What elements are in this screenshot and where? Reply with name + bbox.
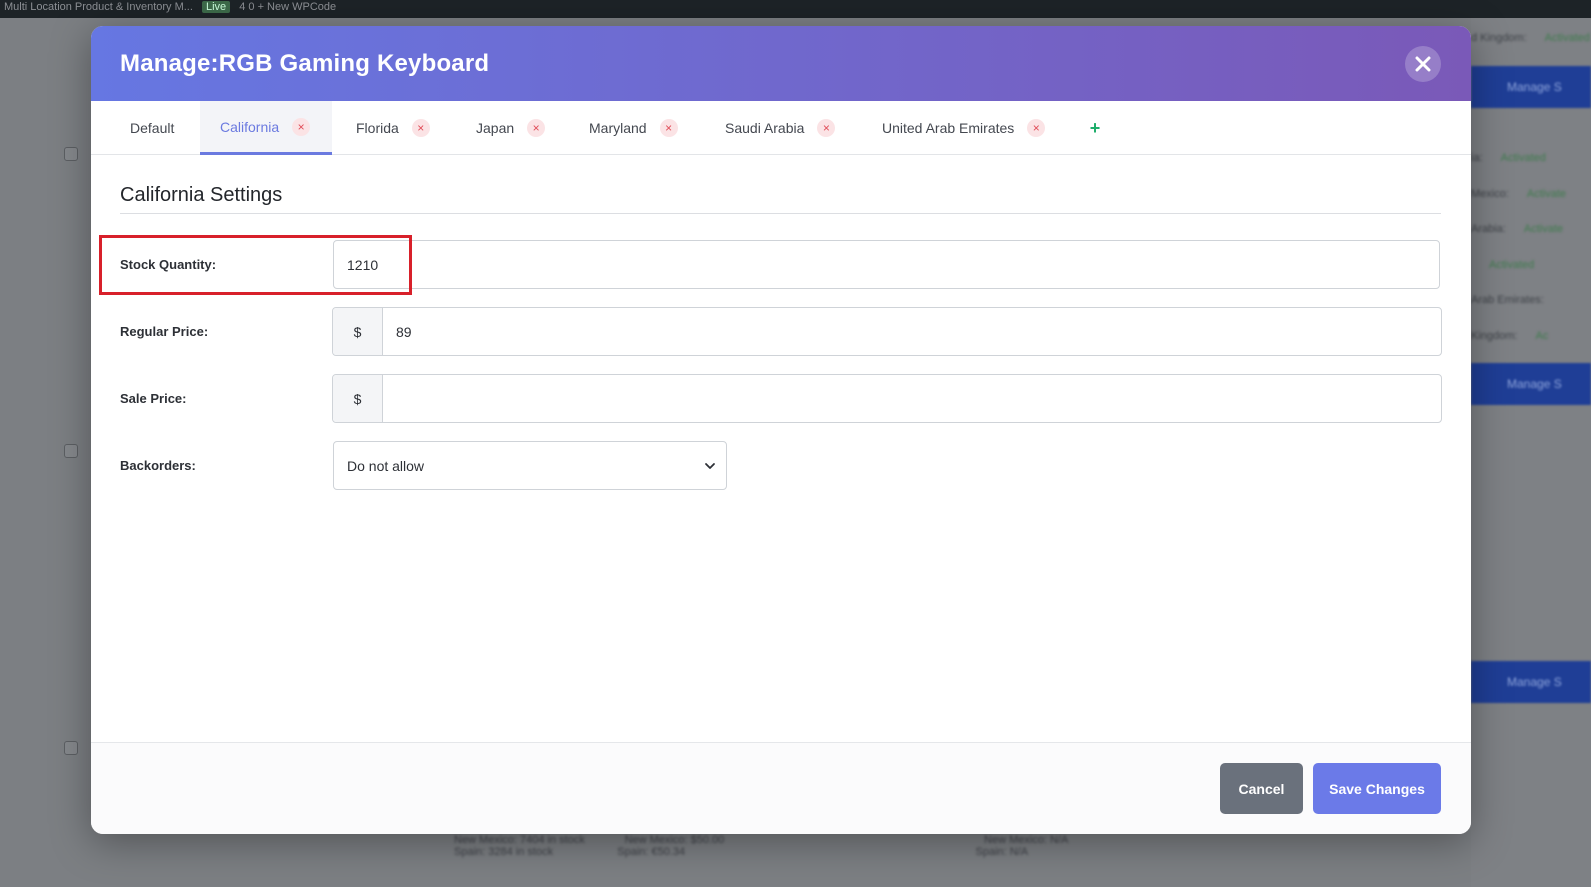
bg-row: Arabia: Activate — [1471, 223, 1563, 235]
bg-row: ia: Activated — [1471, 152, 1546, 164]
bg-row: Activated — [1489, 259, 1535, 271]
tab-california[interactable]: California × — [200, 101, 332, 155]
tab-florida[interactable]: Florida × — [356, 101, 430, 155]
remove-tab-icon[interactable]: × — [659, 119, 678, 137]
admin-bar-title: Multi Location Product & Inventory M... — [4, 1, 193, 13]
backorders-selected: Do not allow — [347, 457, 425, 474]
row-checkbox — [64, 147, 78, 161]
section-divider — [120, 213, 1441, 214]
add-location-tab-button[interactable]: + — [1086, 117, 1104, 138]
section-title: California Settings — [120, 184, 283, 206]
stock-quantity-label: Stock Quantity: — [120, 257, 217, 272]
save-changes-button[interactable]: Save Changes — [1313, 763, 1441, 814]
close-icon — [1415, 56, 1431, 72]
tab-label: Japan — [476, 120, 515, 136]
live-badge: Live — [201, 1, 231, 13]
row-checkbox — [64, 741, 78, 755]
regular-price-input[interactable]: $ 89 — [332, 307, 1442, 356]
remove-tab-icon[interactable]: × — [292, 117, 311, 136]
currency-prefix: $ — [333, 308, 383, 355]
background-under-text: New Mexico: 7404 in stock New Mexico: $5… — [454, 834, 1069, 858]
location-tabs: Default California × Florida × Japan × M… — [91, 101, 1471, 155]
manage-stock-button-bg: Manage S — [1471, 661, 1591, 703]
background-right-column: Manage S d Kingdom: Activated ia: Activate… — [1471, 18, 1591, 887]
cancel-button[interactable]: Cancel — [1220, 763, 1303, 814]
manage-product-modal: Manage:RGB Gaming Keyboard Default Calif… — [91, 26, 1471, 834]
tab-united-arab-emirates[interactable]: United Arab Emirates × — [882, 101, 1046, 155]
modal-title: Manage:RGB Gaming Keyboard — [120, 50, 490, 77]
admin-bar: Multi Location Product & Inventory M... … — [0, 0, 1591, 18]
tab-label: Default — [130, 120, 175, 136]
close-button[interactable] — [1405, 46, 1441, 82]
remove-tab-icon[interactable]: × — [527, 119, 546, 137]
plus-icon: + — [1089, 117, 1101, 138]
regular-price-value: 89 — [396, 323, 412, 340]
tab-label: United Arab Emirates — [882, 120, 1015, 136]
tab-label: Florida — [356, 120, 399, 136]
tab-label: California — [220, 118, 280, 135]
tab-maryland[interactable]: Maryland × — [589, 101, 678, 155]
backorders-select[interactable]: Do not allow — [333, 441, 727, 490]
tab-japan[interactable]: Japan × — [476, 101, 546, 155]
remove-tab-icon[interactable]: × — [1027, 119, 1046, 137]
remove-tab-icon[interactable]: × — [411, 119, 430, 137]
row-checkbox — [64, 444, 78, 458]
remove-tab-icon[interactable]: × — [817, 119, 836, 137]
sale-price-label: Sale Price: — [120, 391, 187, 406]
sale-price-input[interactable]: $ — [332, 374, 1442, 423]
tab-default[interactable]: Default — [109, 101, 195, 155]
bg-row: Kingdom: Ac — [1471, 330, 1549, 342]
bg-row: Mexico: Activate — [1471, 188, 1567, 200]
manage-stock-button-bg: Manage S — [1471, 363, 1591, 405]
modal-footer: Cancel Save Changes — [91, 742, 1471, 834]
stock-quantity-input[interactable]: 1210 — [333, 240, 1440, 289]
chevron-down-icon — [705, 463, 715, 469]
currency-prefix: $ — [333, 375, 383, 422]
tab-label: Saudi Arabia — [725, 120, 805, 136]
manage-stock-button-bg: Manage S — [1471, 66, 1591, 108]
modal-header: Manage:RGB Gaming Keyboard — [91, 26, 1471, 101]
backorders-label: Backorders: — [120, 458, 196, 473]
admin-bar-extra: 4 0 + New WPCode — [239, 1, 337, 13]
tab-label: Maryland — [589, 120, 647, 136]
bg-row: d Kingdom: Activated — [1471, 32, 1590, 44]
tab-saudi-arabia[interactable]: Saudi Arabia × — [725, 101, 836, 155]
bg-row: Arab Emirates: — [1471, 294, 1544, 306]
stock-quantity-value: 1210 — [347, 256, 379, 273]
regular-price-label: Regular Price: — [120, 324, 209, 339]
